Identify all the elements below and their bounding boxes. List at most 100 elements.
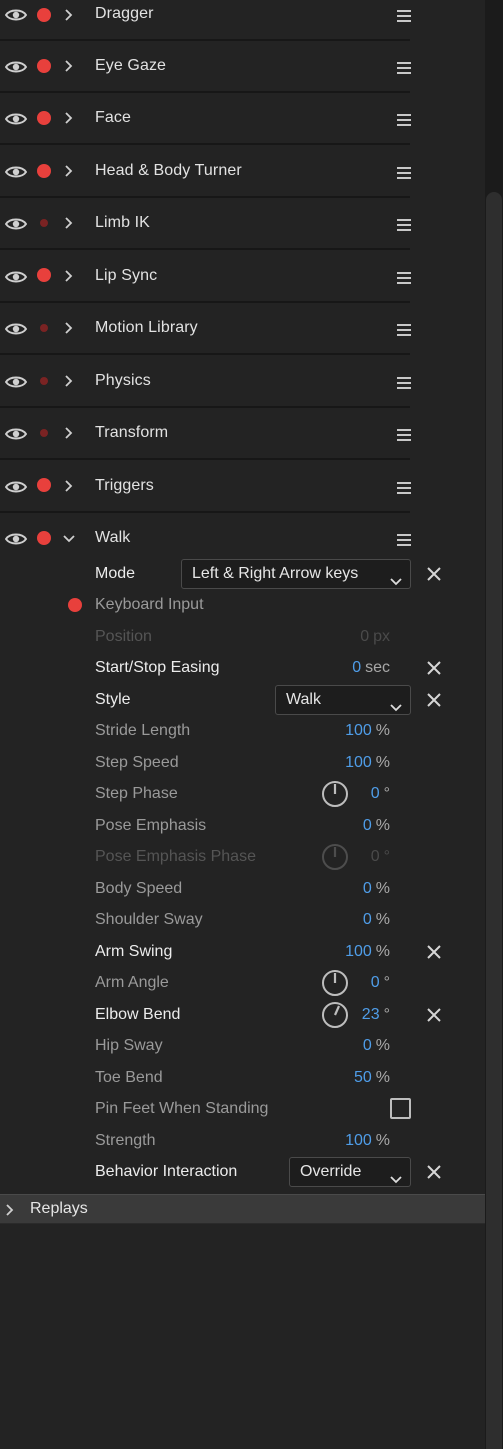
behavior-row-head-body-turner[interactable]: Head & Body Turner: [0, 146, 411, 198]
eye-icon[interactable]: [5, 270, 27, 284]
eye-icon[interactable]: [5, 375, 27, 389]
behavior-row-motion-library[interactable]: Motion Library: [0, 303, 411, 355]
close-icon[interactable]: [426, 944, 442, 960]
record-dot-icon[interactable]: [37, 8, 51, 22]
pin-feet-checkbox[interactable]: [390, 1098, 411, 1119]
behavior-name: Face: [95, 109, 131, 126]
chevron-right-icon[interactable]: [62, 216, 76, 230]
param-value[interactable]: 100: [345, 754, 372, 771]
chevron-right-icon[interactable]: [62, 111, 76, 125]
hamburger-menu-icon[interactable]: [397, 482, 411, 494]
record-dot-icon[interactable]: [37, 478, 51, 492]
behavior-name: Dragger: [95, 5, 154, 22]
chevron-down-icon[interactable]: [62, 532, 76, 546]
chevron-right-icon[interactable]: [62, 8, 76, 22]
behavior-row-triggers[interactable]: Triggers: [0, 461, 411, 513]
hamburger-menu-icon[interactable]: [397, 534, 411, 546]
param-unit: %: [375, 880, 390, 897]
param-value[interactable]: 100: [345, 943, 372, 960]
param-value[interactable]: 100: [345, 1132, 372, 1149]
eye-icon[interactable]: [5, 427, 27, 441]
dial-icon[interactable]: [321, 780, 349, 808]
eye-icon[interactable]: [5, 60, 27, 74]
close-icon[interactable]: [426, 566, 442, 582]
record-dot-icon[interactable]: [37, 164, 51, 178]
behavior-interaction-dropdown[interactable]: Override: [289, 1157, 411, 1187]
param-value-wrap: 0%: [363, 880, 390, 898]
behavior-row-walk[interactable]: Walk: [0, 513, 411, 553]
chevron-right-icon[interactable]: [4, 1203, 16, 1217]
record-dot-icon[interactable]: [68, 598, 82, 612]
param-value[interactable]: 0: [363, 880, 372, 897]
param-value[interactable]: 0: [363, 817, 372, 834]
param-unit: %: [375, 1069, 390, 1086]
close-icon[interactable]: [426, 1007, 442, 1023]
hamburger-menu-icon[interactable]: [397, 114, 411, 126]
param-value-wrap: 0 °: [371, 848, 390, 866]
dial-icon[interactable]: [321, 969, 349, 997]
param-value[interactable]: 0: [352, 659, 361, 676]
eye-icon[interactable]: [5, 165, 27, 179]
hamburger-menu-icon[interactable]: [397, 167, 411, 179]
close-icon[interactable]: [426, 692, 442, 708]
chevron-right-icon[interactable]: [62, 374, 76, 388]
hamburger-menu-icon[interactable]: [397, 10, 411, 22]
behavior-row-face[interactable]: Face: [0, 93, 411, 145]
record-dot-icon[interactable]: [40, 219, 48, 227]
eye-icon[interactable]: [5, 8, 27, 22]
behavior-row-dragger[interactable]: Dragger: [0, 0, 411, 41]
behavior-row-physics[interactable]: Physics: [0, 356, 411, 408]
eye-icon[interactable]: [5, 532, 27, 546]
behavior-row-lip-sync[interactable]: Lip Sync: [0, 251, 411, 303]
replays-section-header[interactable]: Replays: [0, 1194, 485, 1224]
dial-icon[interactable]: [321, 1001, 349, 1029]
eye-icon[interactable]: [5, 480, 27, 494]
record-dot-icon[interactable]: [40, 324, 48, 332]
record-dot-icon[interactable]: [37, 111, 51, 125]
hamburger-menu-icon[interactable]: [397, 377, 411, 389]
behavior-row-transform[interactable]: Transform: [0, 408, 411, 460]
record-dot-icon[interactable]: [37, 59, 51, 73]
chevron-right-icon[interactable]: [62, 59, 76, 73]
hamburger-menu-icon[interactable]: [397, 324, 411, 336]
param-value[interactable]: 100: [345, 722, 372, 739]
record-dot-icon[interactable]: [40, 429, 48, 437]
chevron-down-icon: [390, 569, 402, 586]
behavior-row-eye-gaze[interactable]: Eye Gaze: [0, 41, 411, 93]
param-value[interactable]: 0: [363, 911, 372, 928]
eye-icon[interactable]: [5, 322, 27, 336]
hamburger-menu-icon[interactable]: [397, 272, 411, 284]
hamburger-menu-icon[interactable]: [397, 429, 411, 441]
param-value[interactable]: 50: [354, 1069, 372, 1086]
style-dropdown[interactable]: Walk: [275, 685, 411, 715]
param-toe-bend: Toe Bend 50%: [0, 1063, 485, 1093]
param-value[interactable]: 0: [363, 1037, 372, 1054]
close-icon[interactable]: [426, 660, 442, 676]
record-dot-icon[interactable]: [37, 268, 51, 282]
param-value[interactable]: 23: [362, 1006, 380, 1023]
replays-label: Replays: [30, 1200, 88, 1217]
behavior-name: Head & Body Turner: [95, 162, 242, 179]
chevron-right-icon[interactable]: [62, 269, 76, 283]
param-value-wrap: 23 °: [362, 1006, 390, 1024]
chevron-right-icon[interactable]: [62, 321, 76, 335]
chevron-right-icon[interactable]: [62, 426, 76, 440]
eye-icon[interactable]: [5, 112, 27, 126]
hamburger-menu-icon[interactable]: [397, 219, 411, 231]
param-position: Position 0 px: [0, 622, 485, 652]
record-dot-icon[interactable]: [40, 377, 48, 385]
chevron-right-icon[interactable]: [62, 164, 76, 178]
record-dot-icon[interactable]: [37, 531, 51, 545]
param-value[interactable]: 0: [371, 974, 380, 991]
chevron-down-icon: [390, 1167, 402, 1184]
param-value[interactable]: 0: [371, 785, 380, 802]
close-icon[interactable]: [426, 1164, 442, 1180]
chevron-right-icon[interactable]: [62, 479, 76, 493]
behavior-row-limb-ik[interactable]: Limb IK: [0, 198, 411, 250]
hamburger-menu-icon[interactable]: [397, 62, 411, 74]
param-label: Pose Emphasis Phase: [95, 848, 256, 865]
param-label: Strength: [95, 1132, 156, 1149]
scrollbar-thumb[interactable]: [486, 192, 502, 1449]
mode-dropdown[interactable]: Left & Right Arrow keys: [181, 559, 411, 589]
eye-icon[interactable]: [5, 217, 27, 231]
